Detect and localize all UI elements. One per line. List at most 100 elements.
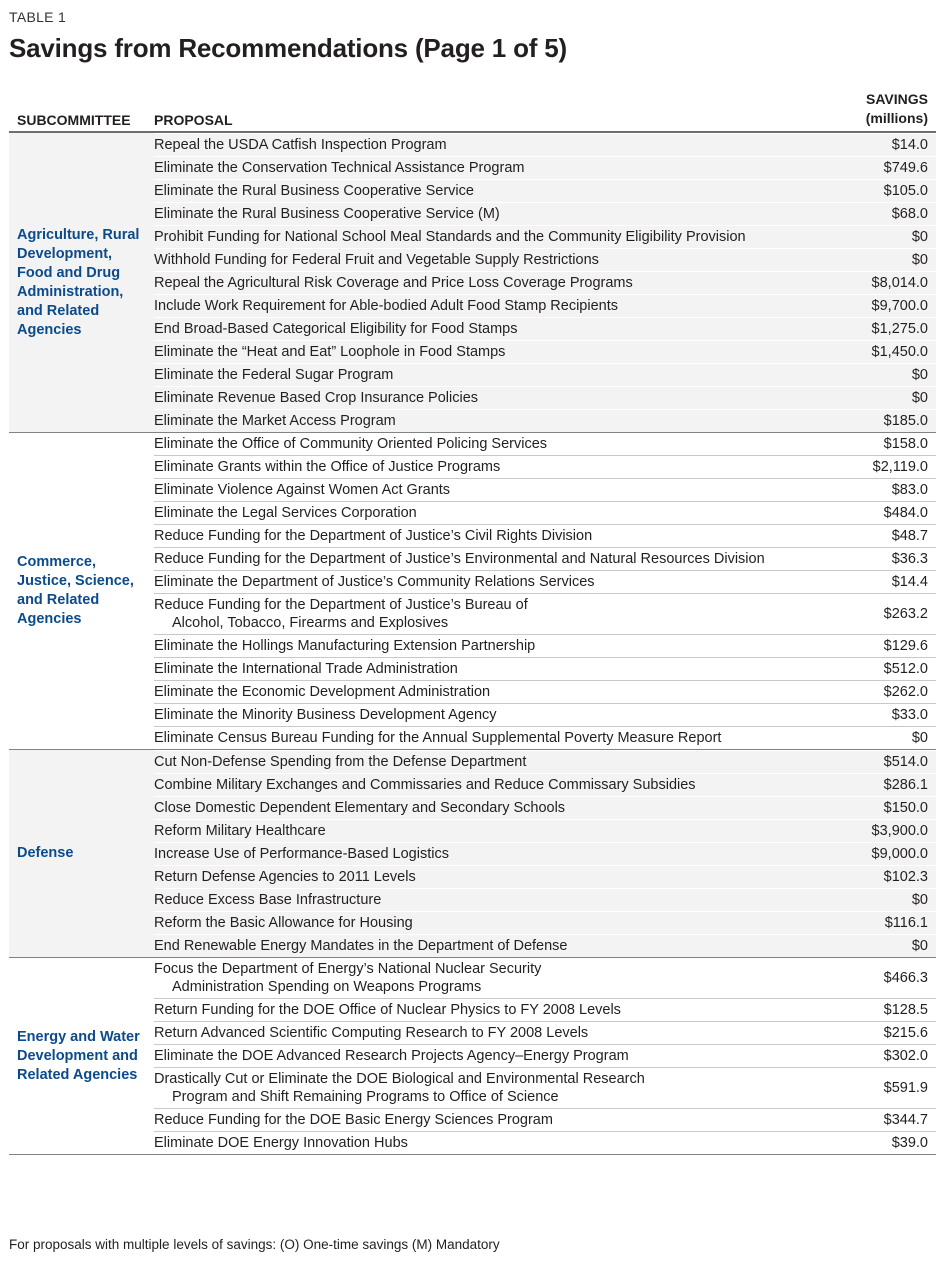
proposal-text: Eliminate Violence Against Women Act Gra… — [154, 482, 451, 498]
table-row: Include Work Requirement for Able-bodied… — [154, 294, 936, 317]
proposal-rows: Cut Non-Defense Spending from the Defens… — [154, 750, 936, 957]
savings-cell: $150.0 — [883, 800, 928, 816]
proposal-text: Repeal the Agricultural Risk Coverage an… — [154, 275, 633, 291]
proposal-text: End Broad-Based Categorical Eligibility … — [154, 321, 518, 337]
table-row: Eliminate Census Bureau Funding for the … — [154, 726, 936, 749]
table-row: Combine Military Exchanges and Commissar… — [154, 773, 936, 796]
savings-cell: $9,000.0 — [871, 846, 928, 862]
savings-cell: $514.0 — [883, 754, 928, 770]
proposal-text: Eliminate the Economic Development Admin… — [154, 684, 491, 700]
proposal-cell: Eliminate the Conservation Technical Ass… — [154, 157, 816, 179]
proposal-text: Eliminate the “Heat and Eat” Loophole in… — [154, 344, 506, 360]
table-row: End Renewable Energy Mandates in the Dep… — [154, 934, 936, 957]
proposal-cell: Repeal the Agricultural Risk Coverage an… — [154, 272, 816, 294]
header-savings-label: SAVINGS — [866, 91, 928, 107]
table-row: Eliminate the Federal Sugar Program $0 — [154, 363, 936, 386]
proposal-cell: Reduce Excess Base Infrastructure — [154, 889, 816, 911]
savings-cell: $116.1 — [884, 915, 928, 931]
header-proposal: PROPOSAL — [154, 112, 233, 128]
savings-cell: $2,119.0 — [872, 459, 928, 475]
savings-cell: $9,700.0 — [871, 298, 928, 314]
proposal-text: Eliminate Revenue Based Crop Insurance P… — [154, 390, 479, 406]
subcommittee-section: Defense Cut Non-Defense Spending from the… — [9, 750, 936, 958]
proposal-text-continued: Program and Shift Remaining Programs to … — [172, 1089, 559, 1105]
proposal-cell: Eliminate the Rural Business Cooperative… — [154, 203, 816, 225]
proposal-cell: Reduce Funding for the Department of Jus… — [154, 525, 816, 547]
savings-cell: $0 — [911, 390, 928, 406]
proposal-text: Eliminate the Office of Community Orient… — [154, 436, 548, 452]
savings-cell: $14.4 — [891, 574, 928, 590]
proposal-text: Reform Military Healthcare — [154, 823, 326, 839]
table-row: Eliminate the DOE Advanced Research Proj… — [154, 1044, 936, 1067]
proposal-cell: Withhold Funding for Federal Fruit and V… — [154, 249, 816, 271]
proposal-text: Include Work Requirement for Able-bodied… — [154, 298, 618, 314]
savings-cell: $0 — [911, 367, 928, 383]
subcommittee-section: Commerce, Justice, Science, and Related … — [9, 433, 936, 750]
savings-cell: $158.0 — [883, 436, 928, 452]
proposal-text: Eliminate DOE Energy Innovation Hubs — [154, 1135, 408, 1151]
subcommittee-label: Energy and Water Development and Related… — [17, 1028, 140, 1083]
header-subcommittee: SUBCOMMITTEE — [17, 112, 131, 128]
proposal-text: Reduce Excess Base Infrastructure — [154, 892, 382, 908]
proposal-text-continued: Administration Spending on Weapons Progr… — [172, 979, 482, 995]
subcommittee-label: Agriculture, Rural Development, Food and… — [17, 226, 140, 338]
proposal-cell: Prohibit Funding for National School Mea… — [154, 226, 816, 248]
table-row: Return Funding for the DOE Office of Nuc… — [154, 998, 936, 1021]
proposal-cell: Include Work Requirement for Able-bodied… — [154, 295, 816, 317]
proposal-cell: Eliminate the Market Access Program — [154, 410, 816, 432]
table-row: Cut Non-Defense Spending from the Defens… — [154, 750, 936, 773]
proposal-cell: Reduce Funding for the Department of Jus… — [154, 548, 816, 570]
savings-cell: $484.0 — [883, 505, 928, 521]
proposal-cell: End Renewable Energy Mandates in the Dep… — [154, 935, 816, 957]
savings-cell: $33.0 — [891, 707, 928, 723]
savings-cell: $129.6 — [883, 638, 928, 654]
proposal-cell: Increase Use of Performance-Based Logist… — [154, 843, 816, 865]
savings-cell: $1,450.0 — [871, 344, 928, 360]
proposal-text: Eliminate the DOE Advanced Research Proj… — [154, 1048, 629, 1064]
table-row: Reduce Excess Base Infrastructure $0 — [154, 888, 936, 911]
savings-cell: $0 — [911, 730, 928, 746]
header-savings: SAVINGS (millions) — [808, 90, 936, 128]
table-row: Eliminate the Rural Business Cooperative… — [154, 202, 936, 225]
table-row: Eliminate the Conservation Technical Ass… — [154, 156, 936, 179]
savings-cell: $0 — [911, 938, 928, 954]
proposal-cell: Repeal the USDA Catfish Inspection Progr… — [154, 134, 816, 156]
proposal-rows: Eliminate the Office of Community Orient… — [154, 433, 936, 749]
subcommittee-section: Agriculture, Rural Development, Food and… — [9, 133, 936, 433]
proposal-cell: Cut Non-Defense Spending from the Defens… — [154, 751, 816, 773]
proposal-text: Close Domestic Dependent Elementary and … — [154, 800, 566, 816]
proposal-cell: Eliminate the “Heat and Eat” Loophole in… — [154, 341, 816, 363]
table-row: Withhold Funding for Federal Fruit and V… — [154, 248, 936, 271]
proposal-text: Withhold Funding for Federal Fruit and V… — [154, 252, 599, 268]
proposal-text: Return Defense Agencies to 2011 Levels — [154, 869, 416, 885]
savings-cell: $1,275.0 — [871, 321, 928, 337]
table-row: Drastically Cut or Eliminate the DOE Bio… — [154, 1067, 936, 1108]
table-row: Eliminate the Rural Business Cooperative… — [154, 179, 936, 202]
savings-cell: $0 — [911, 892, 928, 908]
proposal-text: Eliminate the Federal Sugar Program — [154, 367, 394, 383]
savings-cell: $749.6 — [883, 160, 928, 176]
proposal-rows: Repeal the USDA Catfish Inspection Progr… — [154, 133, 936, 432]
savings-table: SUBCOMMITTEE PROPOSAL SAVINGS (millions)… — [9, 90, 936, 1155]
proposal-cell: Eliminate the Legal Services Corporation — [154, 502, 816, 524]
proposal-text: Eliminate the Minority Business Developm… — [154, 707, 497, 723]
proposal-text: Eliminate the Hollings Manufacturing Ext… — [154, 638, 536, 654]
subcommittee-section: Energy and Water Development and Related… — [9, 958, 936, 1155]
savings-cell: $105.0 — [883, 183, 928, 199]
table-row: Eliminate the Minority Business Developm… — [154, 703, 936, 726]
proposal-cell: Close Domestic Dependent Elementary and … — [154, 797, 816, 819]
proposal-text: Prohibit Funding for National School Mea… — [154, 229, 746, 245]
proposal-text: End Renewable Energy Mandates in the Dep… — [154, 938, 568, 954]
proposal-text: Reduce Funding for the DOE Basic Energy … — [154, 1112, 553, 1128]
table-row: Repeal the Agricultural Risk Coverage an… — [154, 271, 936, 294]
table-row: Reform the Basic Allowance for Housing $1… — [154, 911, 936, 934]
savings-cell: $83.0 — [891, 482, 928, 498]
footnote: For proposals with multiple levels of sa… — [9, 1237, 500, 1252]
proposal-cell: End Broad-Based Categorical Eligibility … — [154, 318, 816, 340]
savings-cell: $8,014.0 — [871, 275, 928, 291]
proposal-cell: Eliminate the DOE Advanced Research Proj… — [154, 1045, 816, 1067]
table-row: Eliminate the Hollings Manufacturing Ext… — [154, 634, 936, 657]
proposal-cell: Eliminate the International Trade Admini… — [154, 658, 816, 680]
proposal-text: Eliminate the Rural Business Cooperative… — [154, 206, 500, 222]
proposal-text: Reduce Funding for the Department of Jus… — [154, 528, 593, 544]
